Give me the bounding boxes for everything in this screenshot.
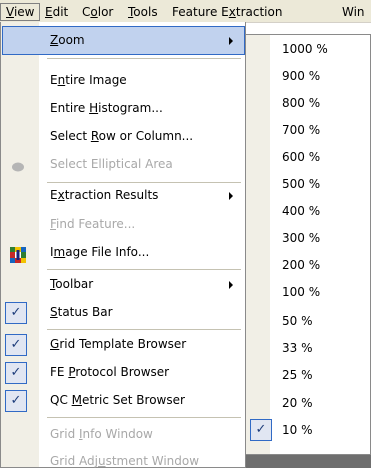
menu-item-status-bar[interactable]: ✓ Status Bar bbox=[2, 298, 245, 327]
menu-item-qc-metric-set-browser[interactable]: ✓ QC Metric Set Browser bbox=[2, 386, 245, 415]
check-icon: ✓ bbox=[250, 419, 272, 441]
menu-item-label: Find Feature... bbox=[50, 217, 136, 231]
menu-item-entire-histogram[interactable]: Entire Histogram... bbox=[2, 94, 245, 123]
image-info-icon bbox=[10, 245, 26, 263]
menu-item-fe-protocol-browser[interactable]: ✓ FE Protocol Browser bbox=[2, 358, 245, 387]
menu-item-label: QC Metric Set Browser bbox=[50, 393, 185, 407]
menu-tools[interactable]: Tools bbox=[123, 3, 163, 21]
submenu-arrow-icon bbox=[229, 37, 233, 45]
zoom-submenu: 1000 % 900 % 800 % 700 % 600 % 500 % 400… bbox=[245, 34, 371, 455]
view-menu: Zoom Entire Image Entire Histogram... Se… bbox=[0, 22, 246, 468]
zoom-option[interactable]: 900 % bbox=[247, 64, 371, 88]
menu-item-image-file-info[interactable]: Image File Info... bbox=[2, 238, 245, 267]
menu-item-label: Toolbar bbox=[50, 277, 94, 291]
menu-item-entire-image[interactable]: Entire Image bbox=[2, 66, 245, 95]
check-icon: ✓ bbox=[5, 390, 27, 412]
check-icon: ✓ bbox=[5, 334, 27, 356]
menu-item-label: Zoom bbox=[50, 33, 85, 47]
zoom-option-checked[interactable]: ✓ 10 % bbox=[247, 418, 371, 442]
menu-item-label: Entire Histogram... bbox=[50, 101, 163, 115]
menu-item-label: Extraction Results bbox=[50, 188, 159, 202]
menu-item-extraction-results[interactable]: Extraction Results bbox=[2, 181, 245, 210]
menu-item-label: FE Protocol Browser bbox=[50, 365, 170, 379]
menu-item-find-feature[interactable]: Find Feature... bbox=[2, 210, 245, 239]
check-icon: ✓ bbox=[5, 362, 27, 384]
menu-separator bbox=[47, 58, 241, 59]
zoom-option[interactable]: 700 % bbox=[247, 118, 371, 142]
menu-item-label: Status Bar bbox=[50, 305, 113, 319]
zoom-option[interactable]: 1000 % bbox=[247, 37, 371, 61]
menu-item-label: Select Elliptical Area bbox=[50, 157, 173, 171]
menu-item-toolbar[interactable]: Toolbar bbox=[2, 270, 245, 299]
menu-edit[interactable]: Edit bbox=[40, 3, 73, 21]
zoom-option[interactable]: 25 % bbox=[247, 363, 371, 387]
menu-item-select-row-or-column[interactable]: Select Row or Column... bbox=[2, 122, 245, 151]
zoom-option[interactable]: 400 % bbox=[247, 199, 371, 223]
menu-item-label: Grid Template Browser bbox=[50, 337, 187, 351]
zoom-option[interactable]: 200 % bbox=[247, 253, 371, 277]
submenu-arrow-icon bbox=[229, 192, 233, 200]
zoom-option[interactable]: 600 % bbox=[247, 145, 371, 169]
zoom-option[interactable]: 100 % bbox=[247, 280, 371, 304]
menu-separator bbox=[47, 417, 241, 418]
menu-item-zoom[interactable]: Zoom bbox=[2, 26, 245, 55]
menu-item-grid-info-window[interactable]: Grid Info Window bbox=[2, 420, 245, 449]
menu-item-label: Entire Image bbox=[50, 73, 127, 87]
menu-bar: View Edit Color Tools Feature Extraction… bbox=[0, 0, 371, 23]
check-icon: ✓ bbox=[5, 302, 27, 324]
submenu-shadow bbox=[246, 455, 371, 468]
zoom-option[interactable]: 300 % bbox=[247, 226, 371, 250]
zoom-option[interactable]: 800 % bbox=[247, 91, 371, 115]
zoom-option[interactable]: 33 % bbox=[247, 336, 371, 360]
menu-window[interactable]: Win bbox=[337, 3, 370, 21]
menu-item-grid-adjustment-window[interactable]: Grid Adjustment Window bbox=[2, 447, 245, 476]
menu-item-label: Image File Info... bbox=[50, 245, 150, 259]
submenu-arrow-icon bbox=[229, 281, 233, 289]
menu-item-select-elliptical-area[interactable]: Select Elliptical Area bbox=[2, 150, 245, 179]
menu-item-label: Select Row or Column... bbox=[50, 129, 194, 143]
zoom-option[interactable]: 500 % bbox=[247, 172, 371, 196]
menu-item-label: Grid Adjustment Window bbox=[50, 454, 200, 468]
zoom-option[interactable]: 50 % bbox=[247, 309, 371, 333]
menu-view[interactable]: View bbox=[0, 3, 41, 21]
menu-item-label: Grid Info Window bbox=[50, 427, 153, 441]
menu-color[interactable]: Color bbox=[77, 3, 118, 21]
ellipse-icon bbox=[10, 157, 26, 173]
zoom-option[interactable]: 20 % bbox=[247, 391, 371, 415]
menu-item-grid-template-browser[interactable]: ✓ Grid Template Browser bbox=[2, 330, 245, 359]
menu-feature-extraction[interactable]: Feature Extraction bbox=[167, 3, 287, 21]
